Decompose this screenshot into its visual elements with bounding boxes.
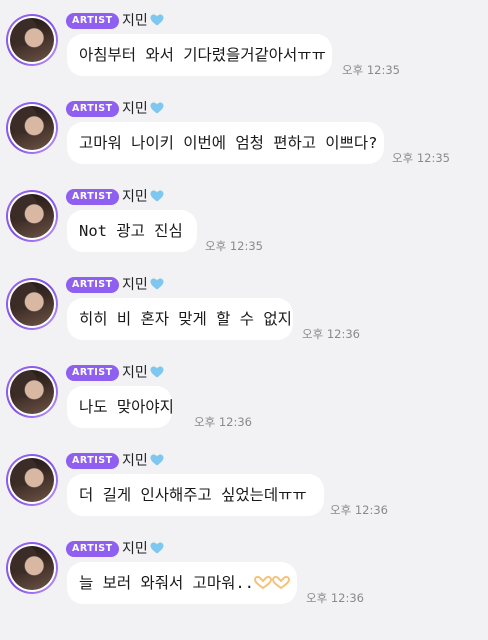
sender-name: 지민 <box>122 11 164 31</box>
chat-message: ARTIST 지민 나도 맞아야지 오후 12:36 <box>0 362 488 450</box>
message-time: 오후 12:36 <box>302 327 360 341</box>
heart-hands-icon <box>254 576 272 589</box>
chat-message: ARTIST 지민 고마워 나이키 이번에 엄청 편하고 이쁘다? 오후 12:… <box>0 98 488 186</box>
artist-avatar[interactable] <box>6 454 58 506</box>
light-blue-heart-icon <box>150 542 164 554</box>
artist-avatar[interactable] <box>6 278 58 330</box>
message-text: 고마워 나이키 이번에 엄청 편하고 이쁘다? <box>79 134 378 152</box>
sender-name: 지민 <box>122 187 164 207</box>
message-bubble[interactable]: Not 광고 진심 <box>67 210 197 252</box>
light-blue-heart-icon <box>150 278 164 290</box>
message-bubble[interactable]: 더 길게 인사해주고 싶었는데ㅠㅠ <box>67 474 324 516</box>
heart-hands-icon <box>272 576 290 589</box>
artist-badge: ARTIST <box>66 365 119 381</box>
chat-message: ARTIST 지민 히히 비 혼자 맞게 할 수 없지 오후 12:36 <box>0 274 488 362</box>
artist-badge: ARTIST <box>66 453 119 469</box>
chat-message: ARTIST 지민 Not 광고 진심 오후 12:35 <box>0 186 488 274</box>
message-time: 오후 12:35 <box>205 239 263 253</box>
sender-name: 지민 <box>122 275 164 295</box>
light-blue-heart-icon <box>150 102 164 114</box>
light-blue-heart-icon <box>150 14 164 26</box>
light-blue-heart-icon <box>150 454 164 466</box>
artist-badge: ARTIST <box>66 541 119 557</box>
message-text: Not 광고 진심 <box>79 222 183 240</box>
artist-badge: ARTIST <box>66 277 119 293</box>
chat-message: ARTIST 지민 더 길게 인사해주고 싶었는데ㅠㅠ 오후 12:36 <box>0 450 488 538</box>
artist-badge: ARTIST <box>66 13 119 29</box>
sender-name: 지민 <box>122 99 164 119</box>
message-bubble[interactable]: 나도 맞아야지 <box>67 386 174 428</box>
message-bubble[interactable]: 히히 비 혼자 맞게 할 수 없지 <box>67 298 293 340</box>
sender-name: 지민 <box>122 451 164 471</box>
message-bubble[interactable]: 늘 보러 와줘서 고마워.. <box>67 562 297 604</box>
artist-badge: ARTIST <box>66 101 119 117</box>
message-time: 오후 12:35 <box>392 151 450 165</box>
light-blue-heart-icon <box>150 190 164 202</box>
message-text: 늘 보러 와줘서 고마워.. <box>79 574 254 592</box>
artist-avatar[interactable] <box>6 102 58 154</box>
artist-avatar[interactable] <box>6 14 58 66</box>
message-time: 오후 12:36 <box>330 503 388 517</box>
light-blue-heart-icon <box>150 366 164 378</box>
message-bubble[interactable]: 고마워 나이키 이번에 엄청 편하고 이쁘다? <box>67 122 384 164</box>
message-text: 아침부터 와서 기다렸을거같아서ㅠㅠ <box>79 46 326 64</box>
artist-avatar[interactable] <box>6 366 58 418</box>
chat-message: ARTIST 지민 늘 보러 와줘서 고마워.. 오후 12:36 <box>0 538 488 626</box>
message-bubble[interactable]: 아침부터 와서 기다렸을거같아서ㅠㅠ <box>67 34 332 76</box>
sender-name: 지민 <box>122 363 164 383</box>
message-time: 오후 12:35 <box>342 63 400 77</box>
message-text: 히히 비 혼자 맞게 할 수 없지 <box>79 310 292 328</box>
chat-message: ARTIST 지민 아침부터 와서 기다렸을거같아서ㅠㅠ 오후 12:35 <box>0 10 488 98</box>
artist-avatar[interactable] <box>6 542 58 594</box>
artist-badge: ARTIST <box>66 189 119 205</box>
message-time: 오후 12:36 <box>194 415 252 429</box>
message-time: 오후 12:36 <box>306 591 364 605</box>
message-text: 나도 맞아야지 <box>79 398 174 416</box>
artist-avatar[interactable] <box>6 190 58 242</box>
message-text: 더 길게 인사해주고 싶었는데ㅠㅠ <box>79 486 307 504</box>
sender-name: 지민 <box>122 539 164 559</box>
